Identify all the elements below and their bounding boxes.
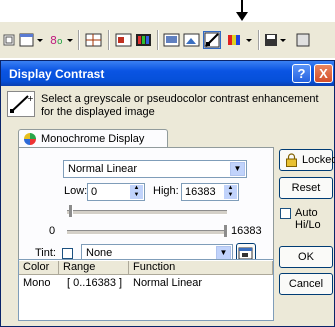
dialog-description: Select a greyscale or pseudocolor contra… (41, 93, 319, 118)
low-value-spinner[interactable]: 0 ▲ ▼ (87, 183, 145, 201)
help-button[interactable]: ? (292, 64, 311, 83)
lock-icon (286, 153, 297, 167)
dialog-title: Display Contrast (9, 67, 105, 81)
toolbar-separator (108, 30, 110, 50)
low-value: 0 (91, 186, 98, 198)
lower-slider-track[interactable] (67, 230, 227, 235)
cancel-button[interactable]: Cancel (279, 273, 333, 295)
auto-hilo-label: Auto Hi/Lo (295, 207, 321, 231)
display-contrast-dialog: Display Contrast ? X + Select a greyscal… (0, 60, 335, 327)
upper-slider-track[interactable] (67, 210, 227, 215)
auto-hilo-checkbox[interactable] (280, 208, 291, 219)
contrast-mode-value: Normal Linear (68, 163, 138, 175)
low-label: Low: (64, 185, 88, 197)
high-value-spinner[interactable]: 16383 ▲ ▼ (181, 183, 239, 201)
spinner-up-icon[interactable]: ▲ (130, 185, 143, 192)
high-label: High: (153, 185, 179, 197)
spinner-up-icon[interactable]: ▲ (224, 185, 237, 192)
column-header-function[interactable]: Function (129, 261, 273, 275)
contrast-curve-icon: + (7, 91, 35, 117)
channel-list[interactable]: Color Range Function Mono [ 0..16383 ] N… (18, 259, 274, 321)
tint-value: None (86, 247, 113, 259)
tab-label: Monochrome Display (41, 133, 145, 145)
upper-slider-thumb[interactable] (69, 205, 73, 217)
toolbar: 8o (0, 22, 335, 58)
toolbar-separator (157, 30, 159, 50)
overlay-alt-icon[interactable] (182, 31, 200, 49)
save-icon[interactable] (263, 31, 289, 49)
window-icon[interactable] (18, 31, 44, 49)
toolbar-separator (258, 30, 260, 50)
row-range-cell: [ 0..16383 ] (67, 277, 123, 289)
row-function-cell: Normal Linear (133, 277, 203, 289)
toolbar-separator (78, 30, 80, 50)
ok-button[interactable]: OK (279, 246, 333, 268)
column-header-color[interactable]: Color (19, 261, 59, 275)
pseudocolor-icon[interactable] (226, 31, 254, 49)
high-value: 16383 (185, 186, 216, 198)
row-color-cell: Mono (23, 277, 51, 289)
dialog-titlebar[interactable]: Display Contrast ? X (1, 61, 334, 86)
contrast-icon[interactable] (203, 31, 221, 49)
more-icon[interactable] (292, 31, 332, 49)
color-bars-icon[interactable] (134, 31, 152, 49)
color-palette-icon[interactable]: 8o (48, 31, 74, 49)
lower-slider-thumb[interactable] (224, 225, 228, 237)
spinner-down-icon[interactable]: ▼ (224, 192, 237, 199)
reset-button[interactable]: Reset (279, 177, 333, 199)
pointer-arrow-icon (236, 12, 248, 21)
svg-text:+: + (27, 94, 34, 103)
locked-toggle-button[interactable]: Locked (279, 149, 335, 171)
close-button[interactable]: X (314, 64, 333, 83)
range-max-label: 16383 (231, 225, 262, 237)
monochrome-panel: Normal Linear ▼ Low: 0 ▲ ▼ High: 16383 ▲ ▼… (18, 147, 274, 273)
spinner-down-icon[interactable]: ▼ (130, 192, 143, 199)
chevron-down-icon[interactable]: ▼ (216, 246, 231, 260)
contrast-mode-select[interactable]: Normal Linear ▼ (63, 160, 247, 178)
image-icon[interactable] (114, 31, 132, 49)
locked-label: Locked (302, 154, 335, 166)
column-header-range[interactable]: Range (59, 261, 129, 275)
svg-text:o: o (57, 37, 63, 47)
toolbar-grip (2, 31, 16, 49)
tint-label: Tint: (35, 247, 56, 259)
chevron-down-icon[interactable]: ▼ (230, 162, 245, 176)
color-wheel-icon (24, 133, 36, 145)
overlay-icon[interactable] (162, 31, 180, 49)
tint-checkbox[interactable] (62, 248, 73, 259)
svg-text:8: 8 (50, 34, 57, 47)
split-view-icon[interactable] (84, 31, 102, 49)
range-min-label: 0 (49, 225, 56, 237)
tab-monochrome-display[interactable]: Monochrome Display (18, 129, 168, 148)
